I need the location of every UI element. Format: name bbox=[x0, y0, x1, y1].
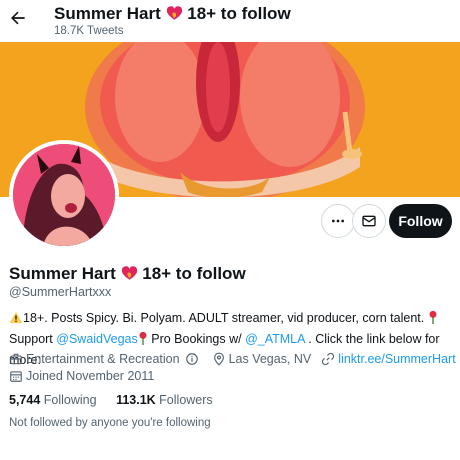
mention-swaidvegas-link[interactable]: @SwaidVegas bbox=[56, 332, 138, 346]
profile-handle: @SummerHartxxx bbox=[9, 285, 112, 299]
briefcase-icon bbox=[10, 353, 22, 365]
follow-button[interactable]: Follow bbox=[389, 204, 452, 238]
bio-line1: 18+. Posts Spicy. Bi. Polyam. ADULT stre… bbox=[23, 311, 425, 325]
tweets-count: 18.7K Tweets bbox=[54, 25, 124, 37]
header-name: Summer Hart bbox=[54, 4, 161, 23]
mention-atmla-link[interactable]: @_ATMLA bbox=[245, 332, 305, 346]
joined-item: Joined November 2011 bbox=[9, 369, 154, 383]
bio-support: Support bbox=[9, 332, 53, 346]
rose-emoji-icon bbox=[428, 310, 438, 330]
following-count: 5,744 bbox=[9, 393, 41, 407]
avatar-image bbox=[13, 144, 115, 246]
avatar[interactable] bbox=[9, 140, 119, 250]
heart-fire-emoji-icon bbox=[121, 265, 138, 286]
profile-meta-row: Entertainment & Recreation Las Vegas, NV… bbox=[9, 352, 456, 366]
top-bar: Summer Hart 18+ to follow 18.7K Tweets bbox=[0, 0, 460, 42]
followers-count: 113.1K bbox=[116, 393, 156, 407]
profile-display-name: Summer Hart bbox=[9, 264, 116, 283]
followers-link[interactable]: 113.1K Followers bbox=[116, 393, 213, 407]
website-link[interactable]: linktr.ee/SummerHart bbox=[338, 352, 455, 366]
envelope-icon bbox=[362, 215, 376, 227]
rose-emoji-icon bbox=[138, 331, 148, 351]
follow-counts: 5,744 Following 113.1K Followers bbox=[9, 393, 213, 407]
profile-name: Summer Hart 18+ to follow bbox=[9, 264, 246, 286]
joined-text: Joined November 2011 bbox=[26, 369, 155, 383]
category-text: Entertainment & Recreation bbox=[26, 352, 180, 366]
location-pin-icon bbox=[213, 352, 224, 366]
bio-pro-bookings: Pro Bookings w/ bbox=[151, 332, 242, 346]
more-horizontal-icon bbox=[332, 219, 344, 223]
back-arrow-icon[interactable] bbox=[8, 8, 28, 28]
website-item: linktr.ee/SummerHart bbox=[321, 352, 456, 366]
following-link[interactable]: 5,744 Following bbox=[9, 393, 97, 407]
header-title: Summer Hart 18+ to follow bbox=[54, 4, 291, 26]
followed-by-notice: Not followed by anyone you're following bbox=[9, 417, 211, 429]
heart-fire-emoji-icon bbox=[166, 5, 183, 26]
category-item: Entertainment & Recreation bbox=[9, 352, 180, 366]
following-label: Following bbox=[43, 393, 97, 407]
joined-row: Joined November 2011 bbox=[9, 369, 154, 383]
more-button[interactable] bbox=[321, 204, 355, 238]
followers-label: Followers bbox=[159, 393, 213, 407]
warning-emoji-icon bbox=[9, 311, 23, 330]
location-item: Las Vegas, NV bbox=[212, 352, 312, 366]
link-icon bbox=[322, 352, 335, 366]
profile-display-suffix: 18+ to follow bbox=[142, 264, 246, 283]
message-button[interactable] bbox=[352, 204, 386, 238]
location-text: Las Vegas, NV bbox=[228, 352, 312, 366]
calendar-icon bbox=[10, 371, 22, 382]
info-icon[interactable] bbox=[185, 352, 202, 366]
header-suffix: 18+ to follow bbox=[187, 4, 291, 23]
